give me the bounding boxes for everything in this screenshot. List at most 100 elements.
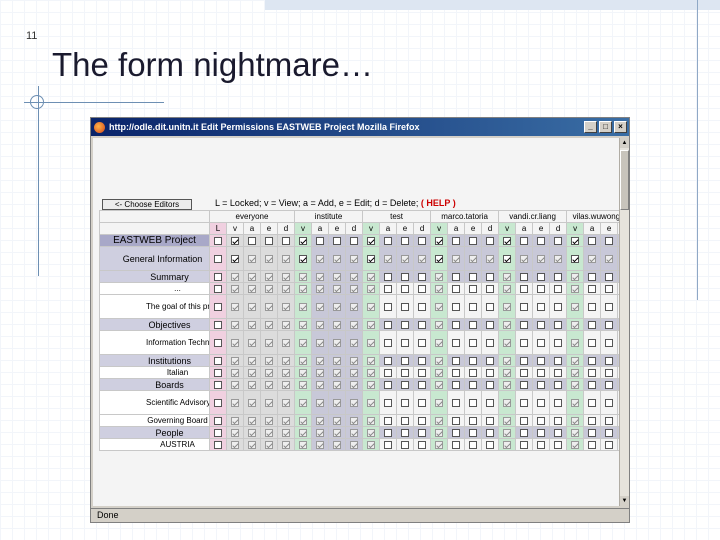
permission-checkbox[interactable] xyxy=(384,380,393,389)
permission-checkbox[interactable] xyxy=(248,320,256,329)
view-checkbox[interactable] xyxy=(503,236,512,245)
permission-checkbox[interactable] xyxy=(520,428,529,437)
permission-checkbox[interactable] xyxy=(418,284,427,293)
permission-checkbox[interactable] xyxy=(384,368,393,377)
permission-checkbox[interactable] xyxy=(588,284,597,293)
permission-checkbox[interactable] xyxy=(248,254,256,263)
view-checkbox[interactable] xyxy=(435,320,444,329)
permission-checkbox[interactable] xyxy=(554,284,563,293)
view-checkbox[interactable] xyxy=(435,338,444,347)
permission-checkbox[interactable] xyxy=(248,338,256,347)
permission-checkbox[interactable] xyxy=(469,302,478,311)
permission-checkbox[interactable] xyxy=(384,284,393,293)
permission-checkbox[interactable] xyxy=(282,380,290,389)
permission-checkbox[interactable] xyxy=(537,440,546,449)
permission-checkbox[interactable] xyxy=(401,398,410,407)
permission-checkbox[interactable] xyxy=(418,368,427,377)
permission-checkbox[interactable] xyxy=(588,356,597,365)
permission-checkbox[interactable] xyxy=(486,416,495,425)
permission-checkbox[interactable] xyxy=(265,236,273,245)
permission-checkbox[interactable] xyxy=(333,284,342,293)
permission-checkbox[interactable] xyxy=(248,428,256,437)
permission-checkbox[interactable] xyxy=(333,272,342,281)
permission-checkbox[interactable] xyxy=(554,236,563,245)
permission-checkbox[interactable] xyxy=(469,272,478,281)
permission-checkbox[interactable] xyxy=(452,284,461,293)
permission-checkbox[interactable] xyxy=(333,398,342,407)
permission-checkbox[interactable] xyxy=(452,428,461,437)
permission-checkbox[interactable] xyxy=(520,440,529,449)
choose-editors-button[interactable]: <- Choose Editors xyxy=(102,199,192,210)
view-checkbox[interactable] xyxy=(571,320,580,329)
permission-checkbox[interactable] xyxy=(588,428,597,437)
permission-checkbox[interactable] xyxy=(486,398,495,407)
permission-checkbox[interactable] xyxy=(350,440,359,449)
permission-checkbox[interactable] xyxy=(384,398,393,407)
permission-checkbox[interactable] xyxy=(605,398,614,407)
view-checkbox[interactable] xyxy=(299,398,308,407)
permission-checkbox[interactable] xyxy=(486,338,495,347)
permission-checkbox[interactable] xyxy=(401,440,410,449)
permission-checkbox[interactable] xyxy=(248,236,256,245)
permission-checkbox[interactable] xyxy=(248,272,256,281)
view-checkbox[interactable] xyxy=(367,356,376,365)
permission-checkbox[interactable] xyxy=(350,368,359,377)
permission-checkbox[interactable] xyxy=(401,338,410,347)
permission-checkbox[interactable] xyxy=(605,356,614,365)
permission-checkbox[interactable] xyxy=(554,254,563,263)
permission-checkbox[interactable] xyxy=(588,302,597,311)
permission-checkbox[interactable] xyxy=(554,320,563,329)
view-checkbox[interactable] xyxy=(571,368,580,377)
permission-checkbox[interactable] xyxy=(605,320,614,329)
permission-checkbox[interactable] xyxy=(469,416,478,425)
permission-checkbox[interactable] xyxy=(316,398,325,407)
locked-checkbox[interactable] xyxy=(214,428,222,437)
permission-checkbox[interactable] xyxy=(537,338,546,347)
permission-checkbox[interactable] xyxy=(333,254,342,263)
view-checkbox[interactable] xyxy=(231,338,239,347)
permission-checkbox[interactable] xyxy=(554,398,563,407)
permission-checkbox[interactable] xyxy=(554,338,563,347)
permission-checkbox[interactable] xyxy=(469,440,478,449)
view-checkbox[interactable] xyxy=(435,254,444,263)
view-checkbox[interactable] xyxy=(503,428,512,437)
permission-checkbox[interactable] xyxy=(469,320,478,329)
view-checkbox[interactable] xyxy=(299,440,308,449)
permission-checkbox[interactable] xyxy=(486,356,495,365)
permission-checkbox[interactable] xyxy=(248,368,256,377)
permission-checkbox[interactable] xyxy=(265,320,273,329)
permission-checkbox[interactable] xyxy=(401,254,410,263)
permission-checkbox[interactable] xyxy=(282,356,290,365)
permission-checkbox[interactable] xyxy=(316,320,325,329)
locked-checkbox[interactable] xyxy=(214,236,222,245)
locked-checkbox[interactable] xyxy=(214,440,222,449)
permission-checkbox[interactable] xyxy=(520,416,529,425)
permission-checkbox[interactable] xyxy=(588,338,597,347)
permission-checkbox[interactable] xyxy=(537,236,546,245)
permission-checkbox[interactable] xyxy=(333,302,342,311)
view-checkbox[interactable] xyxy=(503,440,512,449)
permission-checkbox[interactable] xyxy=(520,254,529,263)
permission-checkbox[interactable] xyxy=(265,380,273,389)
locked-checkbox[interactable] xyxy=(214,398,222,407)
view-checkbox[interactable] xyxy=(299,338,308,347)
permission-checkbox[interactable] xyxy=(316,284,325,293)
view-checkbox[interactable] xyxy=(231,416,239,425)
permission-checkbox[interactable] xyxy=(350,356,359,365)
permission-checkbox[interactable] xyxy=(554,440,563,449)
permission-checkbox[interactable] xyxy=(588,380,597,389)
permission-checkbox[interactable] xyxy=(316,254,325,263)
view-checkbox[interactable] xyxy=(571,284,580,293)
permission-checkbox[interactable] xyxy=(418,380,427,389)
permission-checkbox[interactable] xyxy=(486,254,495,263)
permission-checkbox[interactable] xyxy=(333,416,342,425)
view-checkbox[interactable] xyxy=(299,368,308,377)
permission-checkbox[interactable] xyxy=(605,380,614,389)
permission-checkbox[interactable] xyxy=(401,272,410,281)
view-checkbox[interactable] xyxy=(231,356,239,365)
permission-checkbox[interactable] xyxy=(316,356,325,365)
permission-checkbox[interactable] xyxy=(520,338,529,347)
view-checkbox[interactable] xyxy=(503,356,512,365)
permission-checkbox[interactable] xyxy=(384,320,393,329)
view-checkbox[interactable] xyxy=(299,284,308,293)
